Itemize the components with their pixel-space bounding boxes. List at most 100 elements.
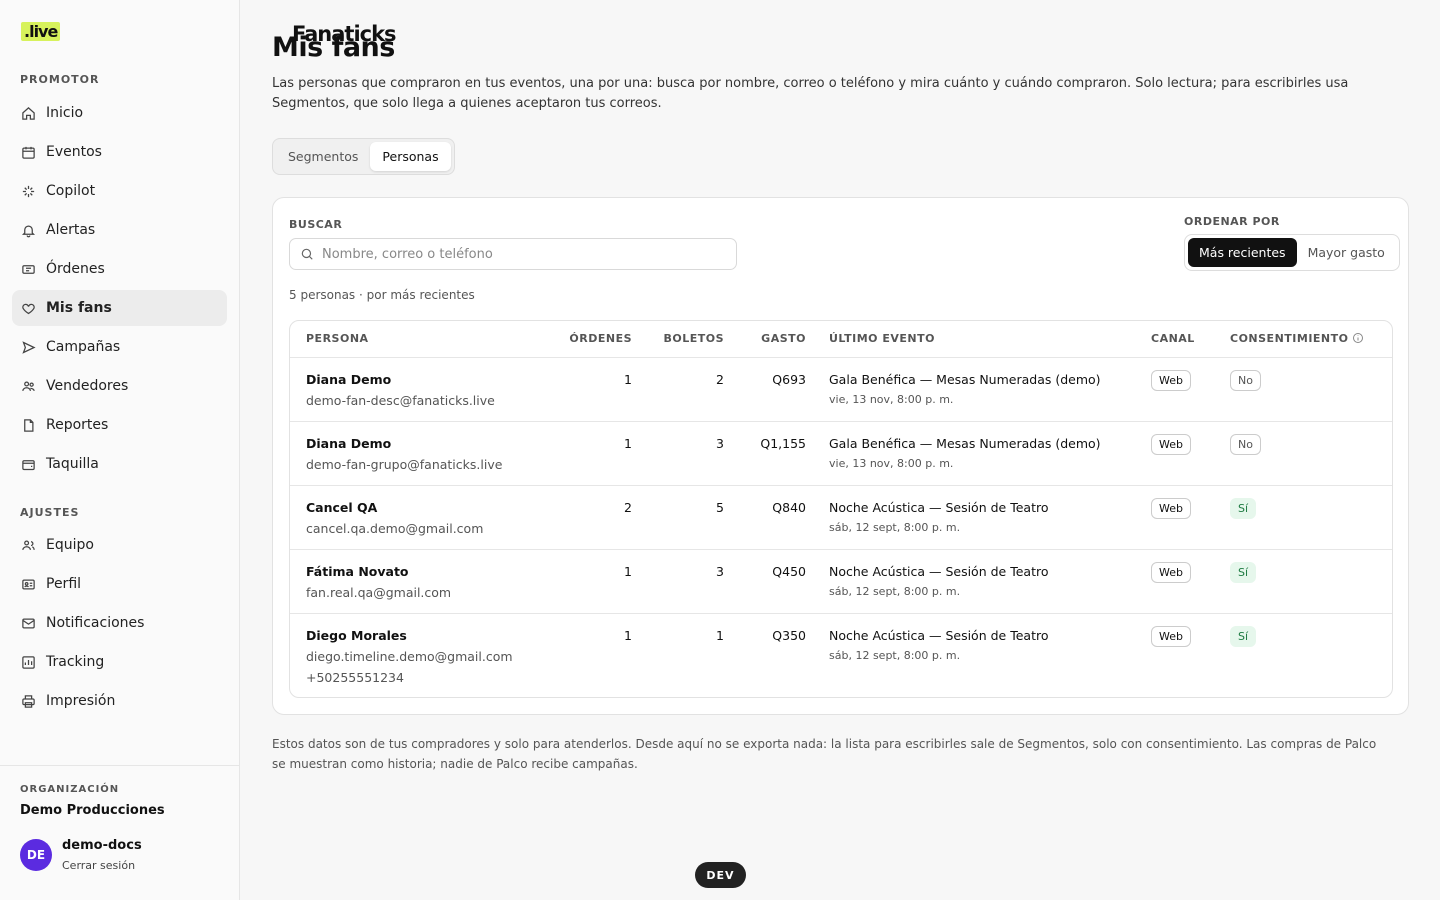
last-event-date: vie, 13 nov, 8:00 p. m. [829,457,954,470]
table-row[interactable]: Cancel QA cancel.qa.demo@gmail.com 2 5 Q… [290,485,1392,549]
header-canal[interactable]: CANAL [1151,332,1195,345]
sidebar-item-equipo[interactable]: Equipo [12,527,227,563]
header-persona[interactable]: PERSONA [306,332,369,345]
header-gasto[interactable]: GASTO [761,332,806,345]
tab-personas[interactable]: Personas [370,142,451,171]
page-description: Las personas que compraron en tus evento… [272,76,1349,111]
sparkle-icon [20,183,36,199]
chart-icon [20,654,36,670]
orders-count: 1 [624,628,632,643]
header-ordenes[interactable]: ÓRDENES [569,332,632,345]
search-icon [301,248,313,260]
sidebar-item-eventos[interactable]: Eventos [12,134,227,170]
last-event-date: sáb, 12 sept, 8:00 p. m. [829,521,961,534]
info-icon[interactable] [1352,332,1364,344]
order-recent-button[interactable]: Más recientes [1188,238,1297,267]
last-event-name: Noche Acústica — Sesión de Teatro [829,500,1049,515]
logout-link[interactable]: Cerrar sesión [62,859,142,872]
sidebar-item-label: Reportes [46,417,109,433]
search-label: BUSCAR [289,218,343,231]
heart-icon [20,300,36,316]
spend-amount: Q350 [772,628,806,643]
table-row[interactable]: Diana Demo demo-fan-grupo@fanaticks.live… [290,421,1392,485]
mail-icon [20,615,36,631]
sidebar-item-tracking[interactable]: Tracking [12,644,227,680]
tickets-count: 3 [716,564,724,579]
sidebar-item-label: Mis fans [46,300,112,316]
sidebar-item-reportes[interactable]: Reportes [12,407,227,443]
org-name[interactable]: Demo Producciones [20,803,220,818]
header-consentimiento[interactable]: CONSENTIMIENTO [1230,332,1364,345]
sidebar-item-label: Tracking [46,654,105,670]
sidebar-item-vendedores[interactable]: Vendedores [12,368,227,404]
sidebar-item-label: Perfil [46,576,82,592]
sidebar-item-taquilla[interactable]: Taquilla [12,446,227,482]
person-phone: +50255551234 [306,670,404,685]
footer-note: Estos datos son de tus compradores y sol… [272,737,1377,771]
sidebar-item-label: Copilot [46,183,96,199]
sidebar-item-perfil[interactable]: Perfil [12,566,227,602]
sidebar-item-label: Vendedores [46,378,129,394]
person-email: cancel.qa.demo@gmail.com [306,521,484,536]
person-name: Cancel QA [306,500,378,515]
sidebar-item-label: Impresión [46,693,116,709]
sidebar-item-impresion[interactable]: Impresión [12,683,227,719]
settings-nav: Equipo Perfil Notificaciones Tracking Im… [12,527,227,722]
dev-badge[interactable]: DEV [695,862,746,888]
channel-badge: Web [1151,498,1191,519]
calendar-icon [20,144,36,160]
table-row[interactable]: Fátima Novato fan.real.qa@gmail.com 1 3 … [290,549,1392,613]
sidebar-item-label: Alertas [46,222,96,238]
page-title: Mis fans [272,32,395,63]
bell-icon [20,222,36,238]
sidebar-item-label: Taquilla [46,456,99,472]
last-event-date: sáb, 12 sept, 8:00 p. m. [829,649,961,662]
person-email: demo-fan-desc@fanaticks.live [306,393,495,408]
person-email: diego.timeline.demo@gmail.com [306,649,513,664]
last-event-date: vie, 13 nov, 8:00 p. m. [829,393,954,406]
header-boletos[interactable]: BOLETOS [663,332,724,345]
channel-badge: Web [1151,434,1191,455]
search-input[interactable] [322,246,722,262]
sidebar-item-label: Equipo [46,537,94,553]
user-profile: DE demo-docs Cerrar sesión [20,838,220,872]
brand-logo[interactable]: Fanaticks .live [20,22,397,46]
channel-badge: Web [1151,562,1191,583]
person-name: Diana Demo [306,372,392,387]
channel-badge: Web [1151,626,1191,647]
brand-name: Fanaticks [292,22,397,46]
orders-count: 2 [624,500,632,515]
tab-segmentos[interactable]: Segmentos [276,142,370,171]
table-row[interactable]: Diana Demo demo-fan-desc@fanaticks.live … [290,357,1392,421]
order-spend-button[interactable]: Mayor gasto [1297,238,1396,267]
sidebar-item-alertas[interactable]: Alertas [12,212,227,248]
sidebar-item-ordenes[interactable]: Órdenes [12,251,227,287]
order-toggle: Más recientes Mayor gasto [1184,234,1400,271]
brand-suffix: .live [21,22,61,41]
person-name: Diana Demo [306,436,392,451]
header-ultimo-evento[interactable]: ÚLTIMO EVENTO [829,332,935,345]
consent-badge: Sí [1230,498,1257,519]
table-row[interactable]: Diego Morales diego.timeline.demo@gmail.… [290,613,1392,697]
sidebar-item-label: Notificaciones [46,615,145,631]
send-icon [20,339,36,355]
header-consentimiento-label: CONSENTIMIENTO [1230,332,1349,345]
spend-amount: Q450 [772,564,806,579]
fans-table: PERSONA ÓRDENES BOLETOS GASTO ÚLTIMO EVE… [289,320,1393,698]
person-name: Fátima Novato [306,564,409,579]
avatar[interactable]: DE [20,839,52,871]
promoter-nav: Inicio Eventos Copilot Alertas Órdenes M… [12,95,227,485]
sidebar-item-label: Órdenes [46,261,105,277]
sidebar: Fanaticks .live PROMOTOR Inicio Eventos C… [0,0,397,900]
orders-count: 1 [624,372,632,387]
orders-count: 1 [624,564,632,579]
sidebar-item-inicio[interactable]: Inicio [12,95,227,131]
result-count: 5 personas · por más recientes [289,288,475,302]
sidebar-item-mis-fans[interactable]: Mis fans [12,290,227,326]
sidebar-item-copilot[interactable]: Copilot [12,173,227,209]
channel-badge: Web [1151,370,1191,391]
last-event-name: Noche Acústica — Sesión de Teatro [829,628,1049,643]
sidebar-item-notificaciones[interactable]: Notificaciones [12,605,227,641]
sidebar-item-campanas[interactable]: Campañas [12,329,227,365]
spend-amount: Q840 [772,500,806,515]
